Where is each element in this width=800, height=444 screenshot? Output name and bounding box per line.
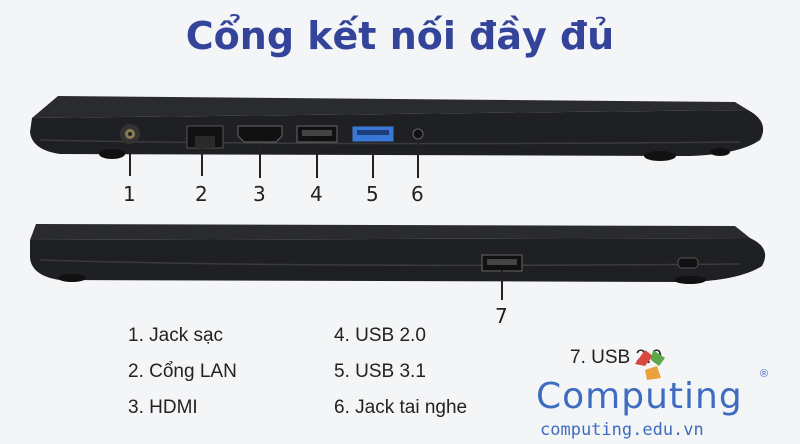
audio-jack-icon [412,128,424,140]
leader-line [316,144,318,178]
port-number-1: 1 [123,182,136,206]
logo-wordmark: Computing [536,376,743,417]
page-title: Cổng kết nối đầy đủ [185,14,615,58]
port-number-7: 7 [495,304,508,328]
usb-port-icon [351,125,395,143]
kensington-lock-icon [677,257,699,269]
registered-mark: ® [760,368,769,380]
legend-item: 1. Jack sạc [128,325,224,346]
port-number-2: 2 [195,182,208,206]
lan-port-icon [186,125,224,149]
port-number-4: 4 [310,182,323,206]
legend-column-1: 1. Jack sạc 2. Cổng LAN 3. HDMI [128,326,237,434]
hdmi-port-icon [237,125,283,143]
leader-line [129,146,131,176]
usb-port-icon [481,254,523,272]
computing-logo: Computing ® computing.edu.vn [536,346,786,440]
legend-column-2: 4. USB 2.0 5. USB 3.1 6. Jack tai nghe [334,326,467,434]
laptop-left-side-image [30,96,764,161]
port-number-3: 3 [253,182,266,206]
logo-url: computing.edu.vn [540,420,704,440]
leader-line [259,144,261,178]
legend-item: 2. Cổng LAN [128,361,237,382]
legend-item: 5. USB 3.1 [334,361,426,382]
port-number-6: 6 [411,182,424,206]
legend-item: 3. HDMI [128,397,198,418]
leader-line [417,140,419,178]
port-number-5: 5 [366,182,379,206]
usb-port-icon [296,125,338,143]
leader-line [201,148,203,176]
dc-power-jack-icon [120,124,140,144]
laptop-right-side-image [30,224,766,284]
legend-item: 4. USB 2.0 [334,325,426,346]
legend-item: 6. Jack tai nghe [334,397,468,418]
leader-line [372,144,374,178]
leader-line [501,270,503,300]
